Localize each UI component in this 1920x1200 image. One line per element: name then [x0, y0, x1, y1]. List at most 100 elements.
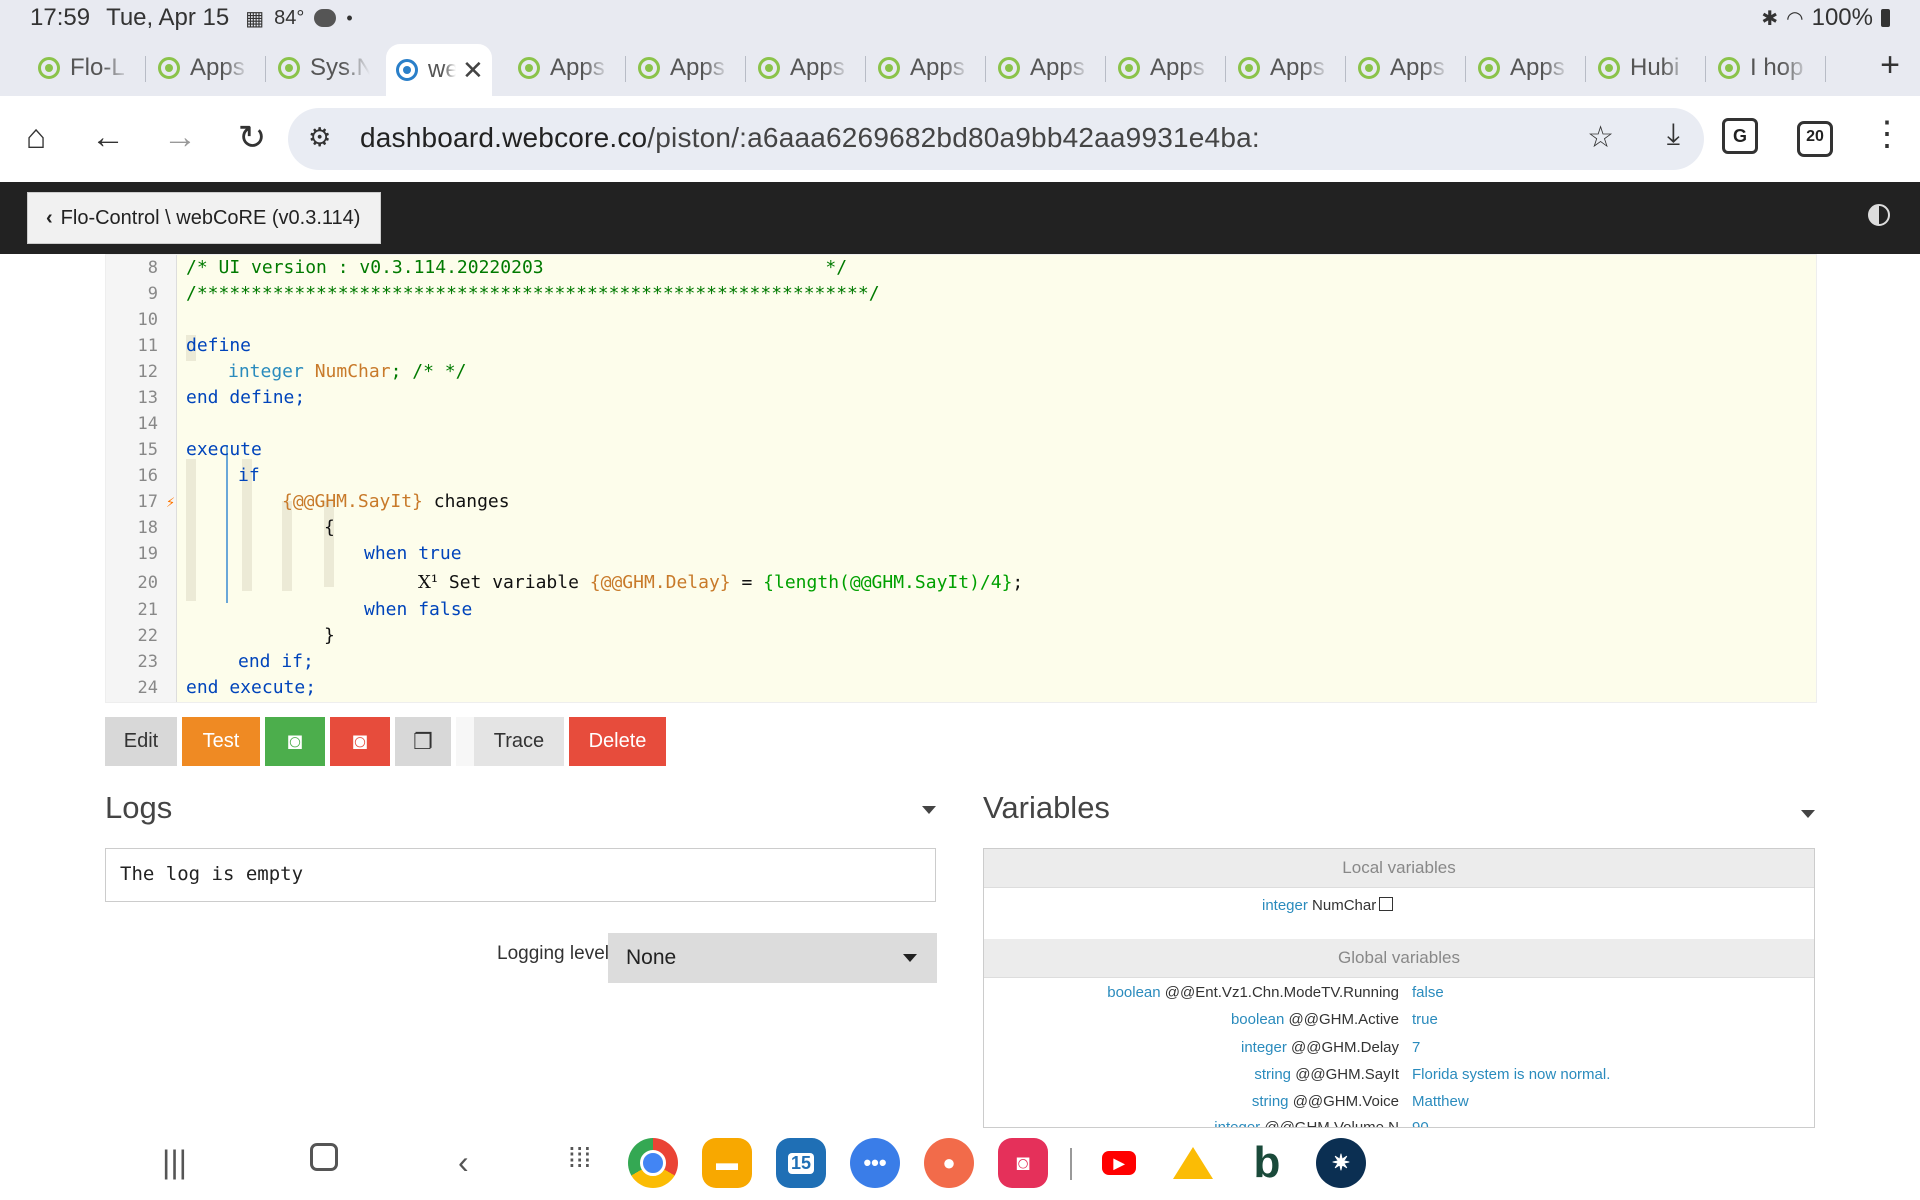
browser-tab-active[interactable]: we ✕	[386, 44, 492, 96]
variable-value: 90	[1412, 1119, 1429, 1128]
tab-count-button[interactable]: 20	[1797, 121, 1833, 157]
camera-app-icon[interactable]: ◙	[998, 1138, 1048, 1188]
address-bar[interactable]: ⚙ dashboard.webcore.co/piston/:a6aaa6269…	[288, 108, 1704, 170]
close-tab-icon[interactable]: ✕	[462, 55, 484, 86]
photos-app-icon[interactable]: ✷	[1316, 1138, 1366, 1188]
site-settings-icon[interactable]: ⚙	[308, 122, 331, 153]
code-keyword[interactable]: execute	[186, 437, 262, 463]
navigation-bar: ||| ‹ ⁞⁞⁞ ▬ 15 ••• ● ◙ ▶ b ✷	[0, 1128, 1920, 1200]
duplicate-copy-icon[interactable]: ❐	[395, 717, 451, 766]
code-type: integer	[228, 361, 304, 382]
variable-declaration[interactable]: integer NumChar; /* */	[228, 359, 466, 385]
backup-camera-icon[interactable]: ◙	[330, 717, 390, 766]
home-icon[interactable]: ⌂	[14, 118, 58, 157]
tab-favicon-icon	[758, 57, 780, 79]
logging-level-select[interactable]: None	[608, 933, 937, 983]
test-button[interactable]: Test	[182, 717, 260, 766]
browser-tab[interactable]: Apps	[628, 44, 746, 92]
tab-favicon-icon	[1358, 57, 1380, 79]
tab-favicon-icon	[878, 57, 900, 79]
app-drawer-icon[interactable]: ⁞⁞⁞	[568, 1142, 591, 1174]
browser-tab[interactable]: Apps	[1348, 44, 1466, 92]
logging-level-value: None	[626, 946, 677, 969]
tab-label: Apps	[1270, 54, 1325, 81]
when-false-block[interactable]: when false	[364, 597, 472, 623]
variable-name: @@Ent.Vz1.Chn.ModeTV.Running	[1164, 984, 1399, 1001]
browser-tab[interactable]: Flo-L	[28, 44, 146, 92]
code-keyword[interactable]: define	[186, 333, 251, 359]
code-variable: {@@GHM.Delay}	[589, 572, 731, 593]
calendar-app-icon[interactable]: 15	[776, 1138, 826, 1188]
url-text[interactable]: dashboard.webcore.co/piston/:a6aaa626968…	[360, 122, 1260, 154]
code-variable-name: NumChar	[314, 361, 391, 382]
translate-icon[interactable]: G	[1722, 118, 1758, 154]
condition[interactable]: {@@GHM.SayIt} changes	[282, 489, 510, 515]
browser-tab[interactable]: Apps	[1468, 44, 1586, 92]
variable-row: integer @@GHM.Volume.N 90	[984, 1115, 1814, 1128]
variable-value: Matthew	[1412, 1093, 1469, 1110]
trace-button[interactable]: Trace	[456, 717, 564, 766]
variable-row: boolean @@GHM.Active true	[984, 1007, 1814, 1033]
url-path: /piston/:a6aaa6269682bd80a9bb42aa9931e4b…	[647, 122, 1260, 153]
variable-name: @@GHM.SayIt	[1295, 1066, 1399, 1083]
code-brace: {	[324, 517, 335, 538]
back-arrow-icon[interactable]: ←	[86, 118, 130, 157]
edit-button[interactable]: Edit	[105, 717, 177, 766]
tab-label: Hubi	[1630, 54, 1680, 81]
variables-collapse-caret-icon[interactable]	[1801, 810, 1815, 818]
contacts-app-icon[interactable]: ●	[924, 1138, 974, 1188]
code-keyword: false	[418, 599, 473, 620]
line-number: 19	[137, 544, 158, 564]
browser-tab[interactable]: I hop	[1708, 44, 1826, 92]
contrast-toggle-icon[interactable]	[1868, 204, 1890, 226]
tab-favicon-icon	[158, 57, 180, 79]
recent-apps-icon[interactable]: |||	[162, 1144, 187, 1181]
reload-icon[interactable]: ↻	[230, 118, 274, 158]
date: Tue, Apr 15	[106, 4, 230, 31]
tab-label: Apps	[1390, 54, 1445, 81]
temperature: 84°	[274, 6, 305, 29]
browser-tab[interactable]: Hubi	[1588, 44, 1706, 92]
tab-label: Apps	[670, 54, 725, 81]
browser-tab[interactable]: Apps	[868, 44, 986, 92]
browser-tab[interactable]: Apps	[508, 44, 626, 92]
forward-arrow-icon[interactable]: →	[158, 118, 202, 157]
messages-app-icon[interactable]: •••	[850, 1138, 900, 1188]
snapshot-camera-icon[interactable]: ◙	[265, 717, 325, 766]
new-tab-plus-icon[interactable]: +	[1880, 46, 1900, 85]
line-number: 11	[137, 336, 158, 356]
browser-tab[interactable]: Apps	[988, 44, 1106, 92]
battery-icon	[1881, 9, 1890, 27]
when-true-block[interactable]: when true	[364, 541, 462, 567]
back-nav-icon[interactable]: ‹	[458, 1144, 469, 1181]
back-to-dashboard-button[interactable]: ‹ Flo-Control \ webCoRE (v0.3.114)	[27, 192, 382, 244]
line-number: 18	[137, 518, 158, 538]
youtube-app-icon[interactable]: ▶	[1094, 1138, 1144, 1188]
more-menu-icon[interactable]: ⋮	[1870, 114, 1904, 154]
b-app-icon[interactable]: b	[1242, 1138, 1292, 1188]
browser-toolbar: ⌂ ← → ↻ ⚙ dashboard.webcore.co/piston/:a…	[0, 96, 1920, 182]
code-keyword[interactable]: if	[238, 463, 260, 489]
browser-tab[interactable]: Apps	[1108, 44, 1226, 92]
browser-tab[interactable]: Sys.N	[268, 44, 386, 92]
task-icon: X¹	[418, 572, 439, 593]
bookmark-star-icon[interactable]: ☆	[1587, 120, 1614, 155]
variable-row: integer NumChar	[984, 893, 1814, 919]
variable-row: string @@GHM.SayIt Florida system is now…	[984, 1062, 1814, 1088]
drive-app-icon[interactable]	[1168, 1138, 1218, 1188]
download-icon[interactable]: ⤓	[1667, 118, 1680, 152]
edit-variable-icon[interactable]	[1379, 897, 1394, 911]
set-variable-task[interactable]: X¹ Set variable {@@GHM.Delay} = {length(…	[418, 567, 1023, 599]
tab-favicon-icon	[1118, 57, 1140, 79]
logs-collapse-caret-icon[interactable]	[922, 806, 936, 814]
delete-button[interactable]: Delete	[569, 717, 666, 766]
browser-tab[interactable]: Apps	[148, 44, 266, 92]
chrome-app-icon[interactable]	[628, 1138, 678, 1188]
browser-tab[interactable]: Apps	[748, 44, 866, 92]
files-app-icon[interactable]: ▬	[702, 1138, 752, 1188]
global-variables-header: Global variables	[984, 939, 1814, 978]
calendar-icon: ▦	[245, 7, 265, 30]
home-button-icon[interactable]	[310, 1142, 338, 1179]
browser-tab[interactable]: Apps	[1228, 44, 1346, 92]
tab-favicon-icon	[518, 57, 540, 79]
